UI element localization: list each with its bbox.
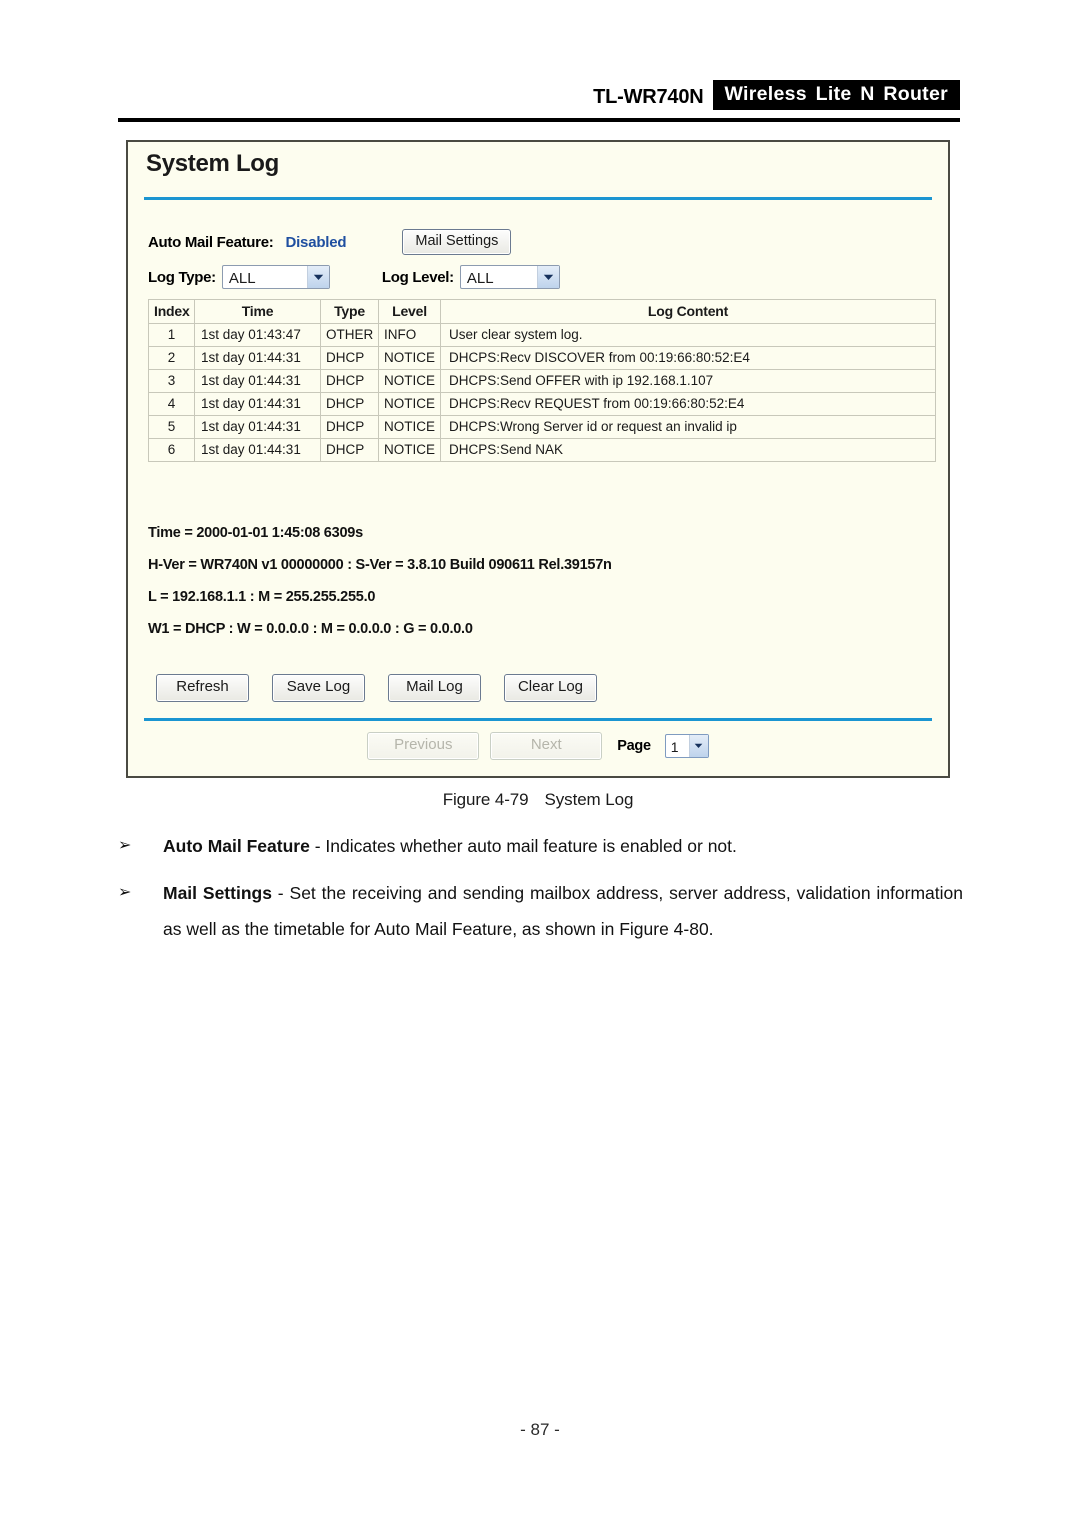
auto-mail-feature-status: Disabled (285, 233, 347, 251)
chevron-down-icon (688, 734, 708, 757)
cell-type: DHCP (320, 392, 379, 416)
bullet-term: Auto Mail Feature (163, 836, 310, 856)
cell-content: DHCPS:Send OFFER with ip 192.168.1.107 (440, 369, 936, 393)
figure-caption: Figure 4-79 System Log (126, 790, 950, 810)
bullet-arrow-icon: ➢ (118, 884, 132, 901)
column-header-type: Type (320, 299, 379, 324)
mail-log-button[interactable]: Mail Log (388, 674, 481, 702)
cell-index: 1 (148, 323, 195, 347)
cell-level: NOTICE (378, 346, 441, 370)
cell-type: DHCP (320, 415, 379, 439)
cell-level: NOTICE (378, 415, 441, 439)
cell-level: NOTICE (378, 438, 441, 462)
page-number-footer: - 87 - (520, 1420, 560, 1439)
table-row: 2 1st day 01:44:31 DHCP NOTICE DHCPS:Rec… (148, 346, 936, 370)
cell-time: 1st day 01:43:47 (194, 323, 321, 347)
next-page-button[interactable]: Next (490, 732, 603, 760)
cell-index: 5 (148, 415, 195, 439)
log-level-select[interactable]: ALL (459, 265, 560, 289)
auto-mail-feature-label: Auto Mail Feature: (148, 233, 274, 251)
bullet-auto-mail-feature: ➢ Auto Mail Feature - Indicates whether … (118, 828, 963, 864)
bullet-separator: - (271, 883, 290, 903)
panel-bottom-divider (144, 718, 932, 721)
router-model-name: TL-WR740N (593, 86, 704, 108)
log-type-label: Log Type: (148, 268, 216, 286)
cell-level: NOTICE (378, 369, 441, 393)
cell-index: 2 (148, 346, 195, 370)
cell-time: 1st day 01:44:31 (194, 346, 321, 370)
cell-content: DHCPS:Send NAK (440, 438, 936, 462)
chevron-down-icon (536, 266, 559, 288)
cell-level: INFO (378, 323, 441, 347)
table-row: 3 1st day 01:44:31 DHCP NOTICE DHCPS:Sen… (148, 369, 936, 393)
info-line-lan: L = 192.168.1.1 : M = 255.255.255.0 (148, 589, 376, 605)
system-log-table: Index Time Type Level Log Content 1 1st … (148, 299, 936, 462)
previous-page-button[interactable]: Previous (367, 732, 480, 760)
cell-index: 4 (148, 392, 195, 416)
clear-log-button[interactable]: Clear Log (504, 674, 597, 702)
cell-level: NOTICE (378, 392, 441, 416)
cell-index: 6 (148, 438, 195, 462)
log-level-label: Log Level: (381, 268, 454, 286)
cell-index: 3 (148, 369, 195, 393)
bullet-separator: - (309, 836, 326, 856)
cell-content: DHCPS:Recv REQUEST from 00:19:66:80:52:E… (440, 392, 936, 416)
cell-time: 1st day 01:44:31 (194, 415, 321, 439)
cell-type: OTHER (320, 323, 379, 347)
page-label: Page (617, 737, 651, 754)
document-header: TL-WR740N Wireless Lite N Router (118, 78, 960, 118)
info-line-versions: H-Ver = WR740N v1 00000000 : S-Ver = 3.8… (148, 557, 612, 573)
bullet-text: Indicates whether auto mail feature is e… (325, 836, 737, 856)
cell-time: 1st day 01:44:31 (194, 392, 321, 416)
log-type-selected-value: ALL (228, 270, 256, 287)
figure-caption-number: Figure 4-79 (442, 790, 529, 809)
table-row: 6 1st day 01:44:31 DHCP NOTICE DHCPS:Sen… (148, 438, 936, 462)
header-divider (118, 118, 960, 122)
figure-caption-title: System Log (544, 790, 634, 809)
pagination-bar: Previous Next Page 1 (128, 732, 948, 760)
table-row: 4 1st day 01:44:31 DHCP NOTICE DHCPS:Rec… (148, 392, 936, 416)
system-log-panel: System Log Auto Mail Feature: Disabled M… (126, 140, 950, 778)
table-row: 5 1st day 01:44:31 DHCP NOTICE DHCPS:Wro… (148, 415, 936, 439)
info-line-time: Time = 2000-01-01 1:45:08 6309s (148, 525, 363, 541)
log-action-buttons: Refresh Save Log Mail Log Clear Log (156, 674, 597, 702)
column-header-level: Level (378, 299, 441, 324)
cell-type: DHCP (320, 369, 379, 393)
bullet-term: Mail Settings (163, 883, 272, 903)
router-product-name: Wireless Lite N Router (712, 79, 960, 110)
log-filter-row: Log Type: ALL Log Level: ALL (148, 264, 560, 290)
system-info-block: Time = 2000-01-01 1:45:08 6309s H-Ver = … (148, 525, 908, 653)
column-header-log-content: Log Content (440, 299, 936, 324)
bullet-arrow-icon: ➢ (118, 837, 132, 854)
mail-settings-button[interactable]: Mail Settings (402, 229, 512, 255)
page-number-value: 1 (670, 738, 679, 755)
info-line-wan: W1 = DHCP : W = 0.0.0.0 : M = 0.0.0.0 : … (148, 621, 473, 637)
cell-time: 1st day 01:44:31 (194, 369, 321, 393)
auto-mail-feature-row: Auto Mail Feature: Disabled Mail Setting… (148, 229, 512, 255)
table-row: 1 1st day 01:43:47 OTHER INFO User clear… (148, 323, 936, 347)
chevron-down-icon (306, 266, 329, 288)
cell-type: DHCP (320, 346, 379, 370)
table-header-row: Index Time Type Level Log Content (148, 299, 936, 324)
log-level-selected-value: ALL (466, 270, 494, 287)
page-number-select[interactable]: 1 (664, 733, 709, 758)
column-header-time: Time (194, 299, 321, 324)
cell-content: DHCPS:Recv DISCOVER from 00:19:66:80:52:… (440, 346, 936, 370)
cell-time: 1st day 01:44:31 (194, 438, 321, 462)
page-title: System Log (146, 150, 280, 177)
cell-type: DHCP (320, 438, 379, 462)
save-log-button[interactable]: Save Log (272, 674, 365, 702)
cell-content: DHCPS:Wrong Server id or request an inva… (440, 415, 936, 439)
panel-top-divider (144, 197, 932, 200)
refresh-button[interactable]: Refresh (156, 674, 249, 702)
column-header-index: Index (148, 299, 195, 324)
bullet-mail-settings: ➢ Mail Settings - Set the receiving and … (118, 875, 963, 947)
cell-content: User clear system log. (440, 323, 936, 347)
log-type-select[interactable]: ALL (221, 265, 330, 289)
